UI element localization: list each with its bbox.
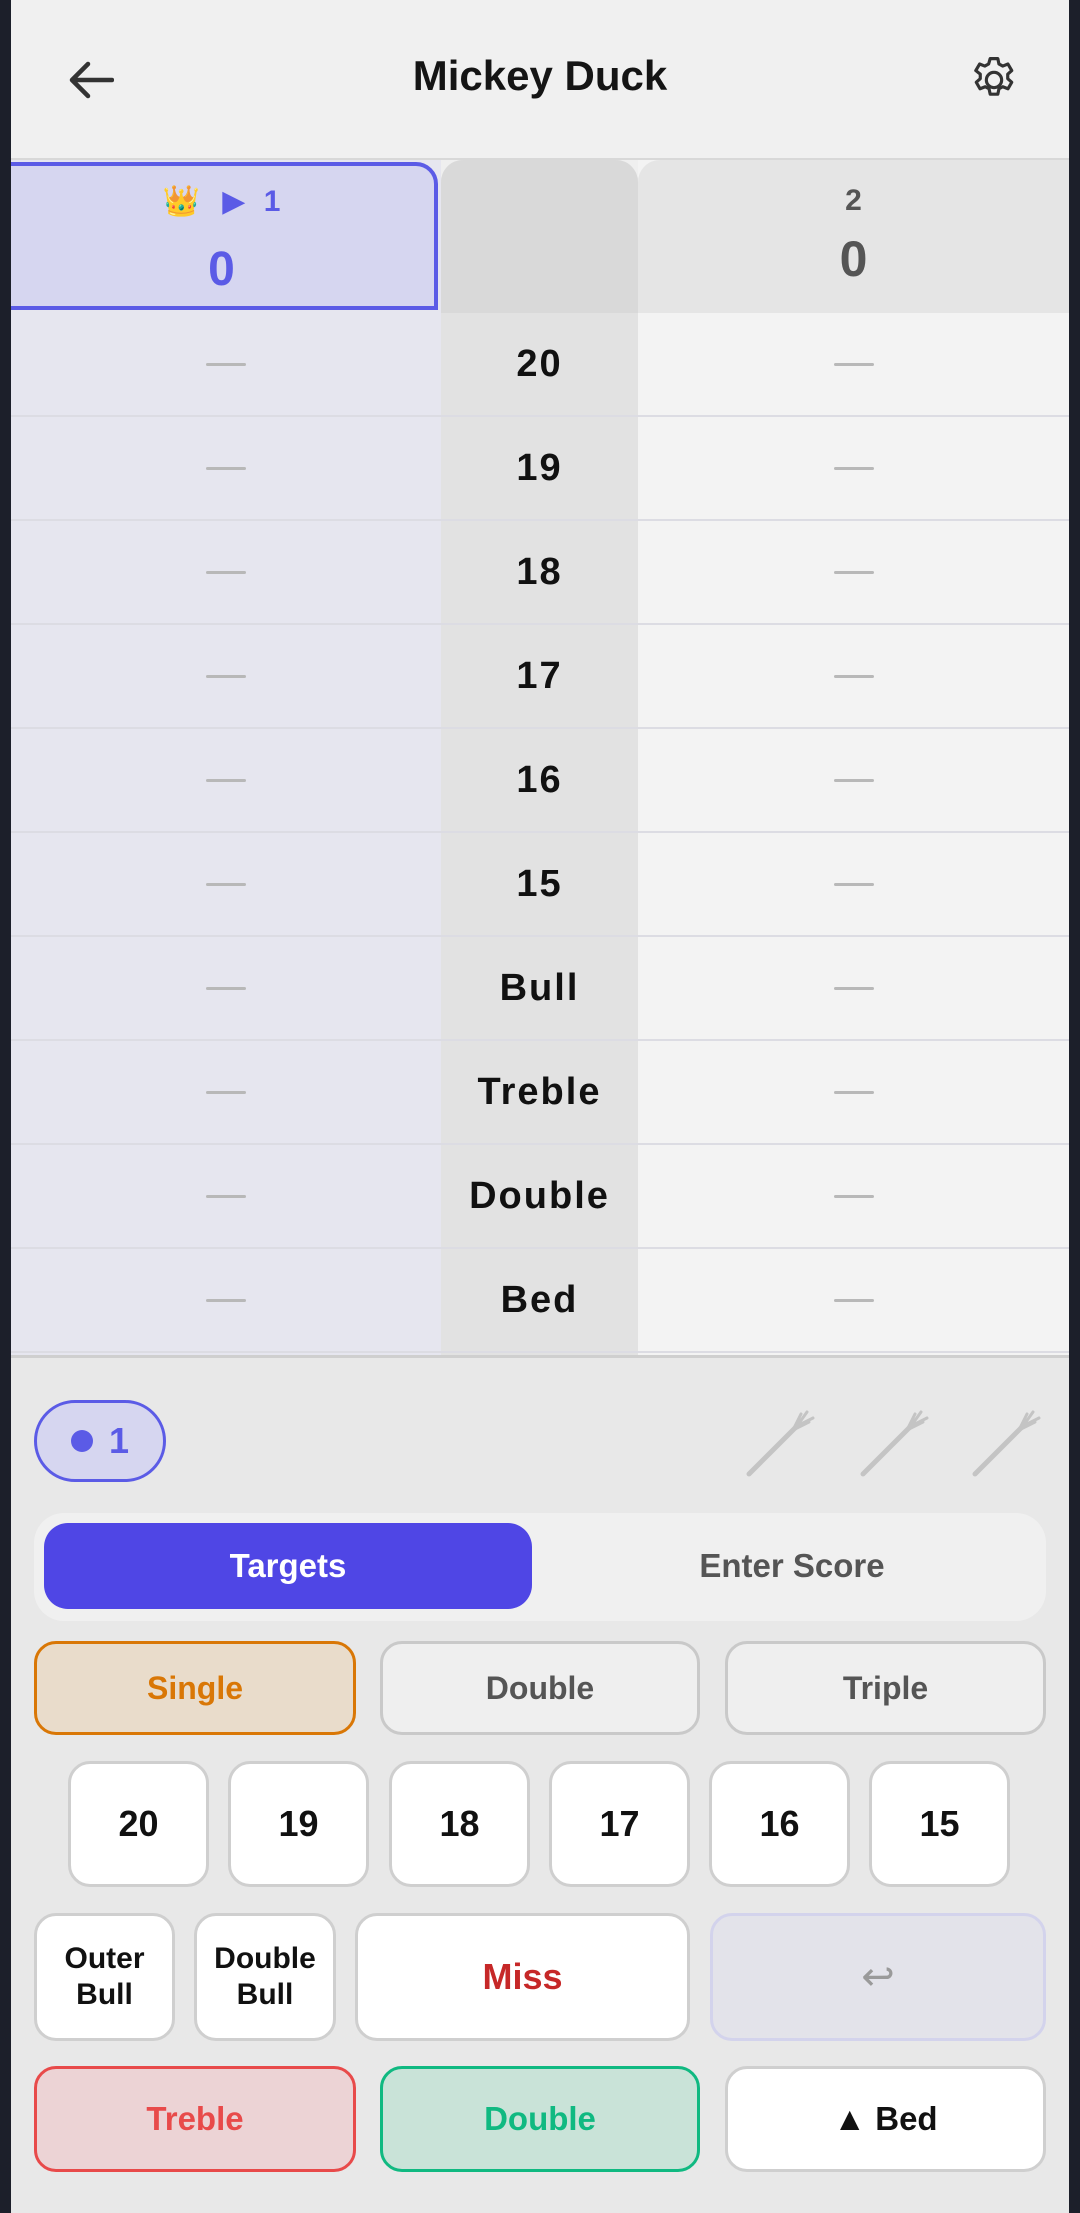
player-2-score: 0 (839, 231, 868, 287)
settings-button[interactable] (959, 48, 1029, 112)
table-row: 17 (11, 625, 1069, 729)
player-1-meta: 👑 ▶ 1 (11, 184, 434, 219)
target-label: Bull (499, 966, 580, 1009)
double-bull-label-line2: Bull (236, 1978, 294, 2011)
player-1-marks (11, 833, 441, 935)
undo-icon: ↩ (861, 1955, 895, 1999)
player-1-number: 1 (263, 185, 281, 218)
number-button-17[interactable]: 17 (549, 1761, 690, 1887)
double-bull-button[interactable]: Double Bull (194, 1913, 336, 2041)
table-row: 18 (11, 521, 1069, 625)
table-row: Double (11, 1145, 1069, 1249)
player-2-number: 2 (845, 184, 862, 217)
tab-targets[interactable]: Targets (44, 1523, 532, 1609)
player-2-marks (638, 521, 1069, 623)
gear-icon (974, 57, 1014, 96)
target-label: 19 (516, 446, 563, 489)
target-label: Double (469, 1174, 610, 1217)
page-title: Mickey Duck (412, 52, 668, 99)
outer-bull-label-line2: Bull (76, 1978, 133, 2011)
double-bull-label-line1: Double (214, 1942, 316, 1975)
player-2-marks (638, 1249, 1069, 1351)
dot-icon (70, 1430, 93, 1452)
player-2-marks (638, 937, 1069, 1039)
crown-icon: 👑 (162, 185, 200, 218)
target-rows: 20 19 18 17 16 15 Bull Treble Double Bed (11, 313, 1069, 1353)
player-1-header[interactable]: 👑 ▶ 1 0 (11, 162, 438, 310)
miss-button[interactable]: Miss (355, 1913, 690, 2041)
player-1-marks (11, 313, 441, 415)
player-1-marks (11, 521, 441, 623)
table-row: Bed (11, 1249, 1069, 1353)
target-label: 20 (516, 342, 563, 385)
player-2-marks (638, 1041, 1069, 1143)
app-screen: Mickey Duck 👑 ▶ 1 0 2 0 20 19 18 17 16 1… (11, 0, 1069, 2213)
double-button[interactable]: Double (380, 2066, 700, 2172)
player-2-marks (638, 417, 1069, 519)
treble-button[interactable]: Treble (34, 2066, 356, 2172)
number-button-16[interactable]: 16 (709, 1761, 850, 1887)
player-1-marks (11, 1041, 441, 1143)
undo-button[interactable]: ↩ (710, 1913, 1046, 2041)
double-multiplier-button[interactable]: Double (380, 1641, 700, 1735)
turn-marker-icon: ▶ (222, 185, 246, 218)
header: Mickey Duck (11, 0, 1069, 160)
player-1-marks (11, 1145, 441, 1247)
player-1-marks (11, 729, 441, 831)
target-label: 18 (516, 550, 563, 593)
outer-bull-label-line1: Outer (64, 1942, 145, 1975)
target-label: 17 (516, 654, 563, 697)
table-row: 15 (11, 833, 1069, 937)
player-2-header[interactable]: 2 0 (638, 160, 1069, 313)
player-1-marks (11, 417, 441, 519)
number-button-20[interactable]: 20 (68, 1761, 209, 1887)
target-label: 15 (516, 862, 563, 905)
table-row: 19 (11, 417, 1069, 521)
player-2-marks (638, 833, 1069, 935)
target-label: Bed (500, 1278, 579, 1321)
table-row: Bull (11, 937, 1069, 1041)
table-row: Treble (11, 1041, 1069, 1145)
player-1-marks (11, 937, 441, 1039)
dart-icon (746, 1410, 815, 1477)
target-label: Treble (477, 1070, 602, 1113)
player-2-marks (638, 1145, 1069, 1247)
targets-header (441, 160, 638, 313)
input-mode-tabs: Targets Enter Score (34, 1513, 1046, 1621)
bed-button[interactable]: ▲ Bed (725, 2066, 1046, 2172)
table-row: 20 (11, 313, 1069, 417)
dart-icon (860, 1410, 929, 1477)
number-button-18[interactable]: 18 (389, 1761, 530, 1887)
triple-multiplier-button[interactable]: Triple (725, 1641, 1046, 1735)
dart-icon (972, 1410, 1041, 1477)
scoring-panel: 1 Targets Enter Score Single Double Trip… (11, 1355, 1069, 2213)
table-row: 16 (11, 729, 1069, 833)
target-label: 16 (516, 758, 563, 801)
player-2-marks (638, 729, 1069, 831)
player-2-marks (638, 313, 1069, 415)
number-button-19[interactable]: 19 (228, 1761, 369, 1887)
single-multiplier-button[interactable]: Single (34, 1641, 356, 1735)
player-1-marks (11, 625, 441, 727)
score-grid: 👑 ▶ 1 0 2 0 20 19 18 17 16 15 Bull Trebl… (11, 160, 1069, 1355)
dart-count: 1 (108, 1420, 130, 1461)
player-1-score: 0 (208, 243, 235, 296)
dart-counter: 1 (34, 1400, 166, 1482)
player-2-marks (638, 625, 1069, 727)
outer-bull-button[interactable]: Outer Bull (34, 1913, 175, 2041)
tab-enter-score[interactable]: Enter Score (546, 1523, 1038, 1609)
player-1-marks (11, 1249, 441, 1351)
number-button-15[interactable]: 15 (869, 1761, 1010, 1887)
